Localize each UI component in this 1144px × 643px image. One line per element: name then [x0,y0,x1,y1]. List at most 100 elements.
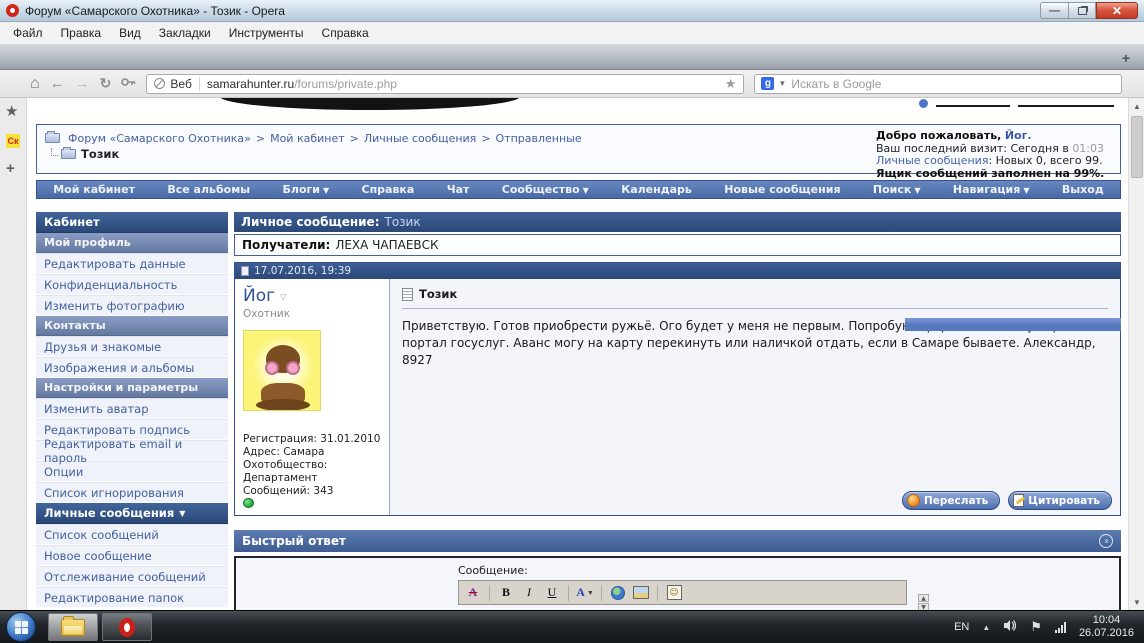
forward-button[interactable]: Переслать [902,491,1000,510]
sidebar-item-edit-folders[interactable]: Редактирование папок [36,587,228,608]
breadcrumb-sent[interactable]: Отправленные [496,132,582,145]
italic-button[interactable]: I [519,583,539,603]
taskbar-clock[interactable]: 10:04 26.07.2016 [1079,614,1134,640]
underline-button[interactable]: U [542,583,562,603]
breadcrumb-pm[interactable]: Личные сообщения [364,132,476,145]
taskbar-opera-button[interactable] [102,613,152,641]
sidebar-header-pm[interactable]: Личные сообщения▼ [36,503,228,524]
hidden-icons-chevron[interactable]: ▲ [982,623,990,632]
nav-new-messages[interactable]: Новые сообщения [724,183,840,196]
back-icon[interactable]: ← [50,75,65,92]
stepper-down-icon[interactable]: ▼ [918,603,929,610]
insert-image-button[interactable] [631,583,651,603]
search-engine-dropdown-icon[interactable]: ▼ [778,79,786,88]
nav-blogs[interactable]: Блоги▼ [283,183,330,196]
nav-calendar[interactable]: Календарь [621,183,692,196]
network-icon[interactable] [1055,622,1066,633]
url-domain[interactable]: samarahunter.ru [207,77,294,91]
sidebar-item-images-albums[interactable]: Изображения и альбомы [36,357,228,378]
smilies-button[interactable]: ☺ [664,583,684,603]
site-badge-icon[interactable] [154,78,165,89]
forward-icon[interactable]: → [75,75,90,92]
editor-resize-stepper[interactable]: ▲ ▼ [918,594,929,610]
reload-icon[interactable]: ↻ [100,75,112,92]
maximize-button[interactable] [1069,2,1096,19]
bookmark-star-icon[interactable]: ★ [725,76,737,92]
close-button[interactable]: ✕ [1096,2,1138,19]
scroll-down-icon[interactable]: ▼ [1129,594,1144,610]
remove-format-button[interactable]: A [463,583,483,603]
font-color-button[interactable]: A▼ [575,583,595,603]
menu-help[interactable]: Справка [313,23,378,43]
nav-search[interactable]: Поиск▼ [873,183,921,196]
author-registered: Регистрация: 31.01.2010 [243,433,381,446]
recipients-value[interactable]: ЛЕХА ЧАПАЕВСК [335,238,438,252]
page-scrollbar[interactable]: ▲ ▼ [1128,98,1144,610]
welcome-username-link[interactable]: Йог. [1005,129,1032,142]
sidebar-item-change-photo[interactable]: Изменить фотографию [36,295,228,316]
bold-button[interactable]: B [496,583,516,603]
insert-link-button[interactable] [608,583,628,603]
nav-my-cabinet[interactable]: Мой кабинет [53,183,135,196]
url-path[interactable]: /forums/private.php [294,77,397,91]
scroll-up-icon[interactable]: ▲ [1129,98,1144,114]
breadcrumb-forum[interactable]: Форум «Самарского Охотника» [68,132,251,145]
menu-view[interactable]: Вид [110,23,150,43]
pm-link[interactable]: Личные сообщения [876,154,988,167]
menu-file[interactable]: Файл [4,23,52,43]
breadcrumb-cabinet[interactable]: Мой кабинет [270,132,345,145]
home-icon[interactable]: ⌂ [30,75,40,93]
menu-bookmarks[interactable]: Закладки [150,23,220,43]
author-address: Адрес: Самара [243,446,381,459]
scrollbar-thumb[interactable] [1131,116,1143,178]
nav-logout[interactable]: Выход [1062,183,1104,196]
author-avatar[interactable] [243,330,321,411]
action-center-flag-icon[interactable]: ⚑ [1030,619,1042,635]
sidebar-item-ignore-list[interactable]: Список игнорирования [36,482,228,503]
nav-community[interactable]: Сообщество▼ [502,183,589,196]
new-tab-icon[interactable]: + [1122,50,1130,66]
nav-albums[interactable]: Все альбомы [167,183,250,196]
search-box[interactable]: g ▼ [754,74,1122,94]
nav-navigation[interactable]: Навигация▼ [953,183,1030,196]
breadcrumb-panel: Форум «Самарского Охотника» > Мой кабине… [36,124,1121,174]
start-button[interactable] [6,612,36,642]
nav-chat[interactable]: Чат [447,183,470,196]
collapse-icon[interactable]: « [1099,534,1113,548]
sidebar-item-edit-email[interactable]: Редактировать email и пароль [36,440,228,461]
user-dropdown-icon[interactable]: ▽ [280,292,286,301]
taskbar: EN ▲ ⚑ 10:04 26.07.2016 [0,610,1144,643]
sidebar-item-message-list[interactable]: Список сообщений [36,524,228,545]
nav-help[interactable]: Справка [362,183,415,196]
sidebar-item-message-tracking[interactable]: Отслеживание сообщений [36,566,228,587]
add-panel-icon[interactable]: + [6,160,15,177]
sidebar-item-privacy[interactable]: Конфиденциальность [36,274,228,295]
post-buttons: Переслать Цитировать [902,491,1112,510]
key-icon[interactable] [121,75,136,93]
address-bar[interactable]: Веб samarahunter.ru /forums/private.php … [146,74,744,94]
menu-edit[interactable]: Правка [52,23,111,43]
clipped-page-links [919,99,1114,108]
toolbar-separator [601,585,602,601]
image-icon [633,586,649,599]
stepper-up-icon[interactable]: ▲ [918,594,929,602]
sidebar-item-new-message[interactable]: Новое сообщение [36,545,228,566]
extension-icon[interactable]: Ск [6,134,20,148]
browser-toolbar: ⌂ ← → ↻ Веб samarahunter.ru /forums/priv… [0,70,1144,98]
sidebar-item-change-avatar[interactable]: Изменить аватар [36,398,228,419]
menu-tools[interactable]: Инструменты [220,23,313,43]
bookmarks-panel-icon[interactable]: ★ [5,102,18,120]
sidebar-item-edit-data[interactable]: Редактировать данные [36,253,228,274]
author-name-link[interactable]: Йог [243,286,275,306]
panel-title-subject: Тозик [385,215,421,229]
author-rank: Охотник [243,308,381,320]
google-icon[interactable]: g [761,77,774,90]
sidebar-item-friends[interactable]: Друзья и знакомые [36,336,228,357]
quote-button[interactable]: Цитировать [1008,491,1112,510]
search-input[interactable] [791,77,1115,91]
volume-icon[interactable] [1003,619,1017,635]
language-indicator[interactable]: EN [954,621,969,633]
taskbar-explorer-button[interactable] [48,613,98,641]
site-badge-label[interactable]: Веб [170,77,191,91]
minimize-button[interactable]: — [1040,2,1069,19]
